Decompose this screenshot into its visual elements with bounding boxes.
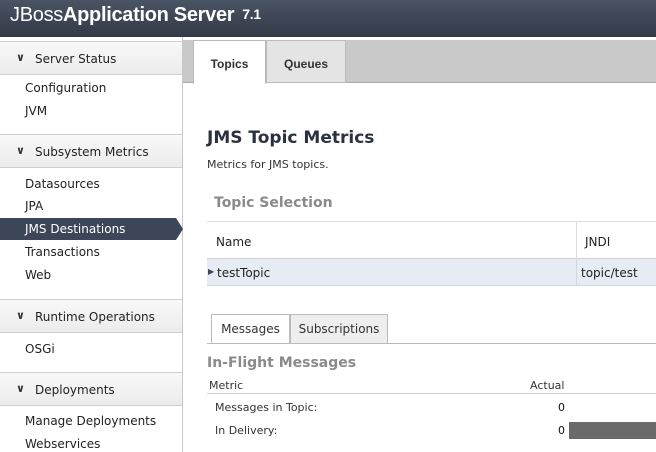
tab-bar: Topics Queues [183, 40, 656, 84]
topic-name-cell: testTopic [217, 266, 271, 280]
version-label: 7.1 [242, 6, 261, 22]
metric-label: In Delivery: [215, 424, 278, 437]
tab-queues[interactable]: Queues [266, 40, 346, 83]
tab-label: Subscriptions [298, 322, 380, 336]
sidebar-item-configuration[interactable]: Configuration [0, 77, 182, 99]
tab-subscriptions[interactable]: Subscriptions [290, 314, 388, 344]
brand-name-bold: Application Server [62, 4, 235, 26]
sidebar-item-label: JMS Destinations [25, 222, 126, 236]
sidebar-item-transactions[interactable]: Transactions [0, 241, 182, 263]
section-server-status[interactable]: ∨ Server Status [0, 41, 182, 75]
sidebar-item-jpa[interactable]: JPA [0, 195, 182, 217]
tab-label: Messages [221, 322, 280, 336]
brand-logo: JBossApplication Server 7.1 [10, 4, 261, 27]
sidebar-item-label: OSGi [25, 342, 55, 356]
chevron-down-icon: ∨ [16, 309, 25, 322]
column-divider [576, 222, 577, 260]
sidebar-item-label: Web [25, 268, 52, 282]
metric-value: 0 [558, 401, 565, 414]
sidebar-item-label: JPA [25, 199, 44, 213]
column-divider [576, 259, 577, 286]
metrics-header: Metric Actual [207, 377, 656, 394]
chevron-down-icon: ∨ [16, 382, 25, 395]
metric-label: Messages in Topic: [215, 401, 318, 414]
tab-messages[interactable]: Messages [211, 314, 290, 344]
metric-value: 0 [558, 424, 565, 437]
main-panel: Topics Queues JMS Topic Metrics Metrics … [183, 37, 656, 452]
sidebar-item-label: Datasources [25, 177, 100, 191]
section-runtime-operations[interactable]: ∨ Runtime Operations [0, 299, 182, 333]
app-header: JBossApplication Server 7.1 [0, 0, 656, 37]
sidebar-item-web[interactable]: Web [0, 264, 182, 286]
page-title: JMS Topic Metrics [207, 128, 375, 148]
sidebar-item-osgi[interactable]: OSGi [0, 338, 182, 360]
table-header: Name JNDI [207, 221, 656, 260]
topic-selection-heading: Topic Selection [214, 195, 333, 211]
sidebar-item-label: Webservices [25, 437, 101, 451]
sidebar: ∨ Server Status Configuration JVM ∨ Subs… [0, 37, 183, 452]
section-label: Deployments [35, 383, 115, 397]
chevron-down-icon: ∨ [16, 51, 25, 64]
sidebar-item-datasources[interactable]: Datasources [0, 173, 182, 195]
sidebar-item-label: JVM [25, 104, 48, 118]
column-header-metric: Metric [209, 379, 244, 392]
section-label: Subsystem Metrics [35, 145, 149, 159]
chevron-down-icon: ∨ [16, 144, 25, 157]
section-label: Server Status [35, 52, 117, 66]
tab-topics[interactable]: Topics [193, 40, 266, 84]
sidebar-item-label: Manage Deployments [25, 414, 157, 428]
section-label: Runtime Operations [35, 310, 155, 324]
section-deployments[interactable]: ∨ Deployments [0, 372, 182, 406]
sidebar-item-webservices[interactable]: Webservices [0, 433, 182, 452]
table-row[interactable]: ▶ testTopic topic/test [207, 259, 656, 286]
sidebar-item-label: Transactions [25, 245, 100, 259]
column-header-actual: Actual [530, 379, 565, 392]
topic-jndi-cell: topic/test [581, 266, 638, 280]
sidebar-item-jvm[interactable]: JVM [0, 100, 182, 122]
column-header-name[interactable]: Name [216, 235, 251, 249]
page-subtitle: Metrics for JMS topics. [207, 158, 329, 171]
tab-label: Queues [283, 57, 328, 71]
metric-bar [569, 422, 656, 439]
sidebar-item-manage-deployments[interactable]: Manage Deployments [0, 410, 182, 432]
column-header-jndi[interactable]: JNDI [585, 235, 610, 249]
tab-label: Topics [210, 57, 249, 71]
tab-divider [207, 343, 656, 344]
sidebar-item-label: Configuration [25, 81, 107, 95]
section-subsystem-metrics[interactable]: ∨ Subsystem Metrics [0, 134, 182, 168]
metric-row-messages-in-topic: Messages in Topic: 0 [207, 396, 656, 418]
sidebar-item-jms-destinations[interactable]: JMS Destinations [0, 218, 183, 240]
selected-row-marker-icon: ▶ [208, 267, 215, 276]
inflight-heading: In-Flight Messages [207, 355, 357, 371]
metric-row-in-delivery: In Delivery: 0 [207, 419, 656, 441]
brand-name-light: JBoss [10, 4, 63, 26]
